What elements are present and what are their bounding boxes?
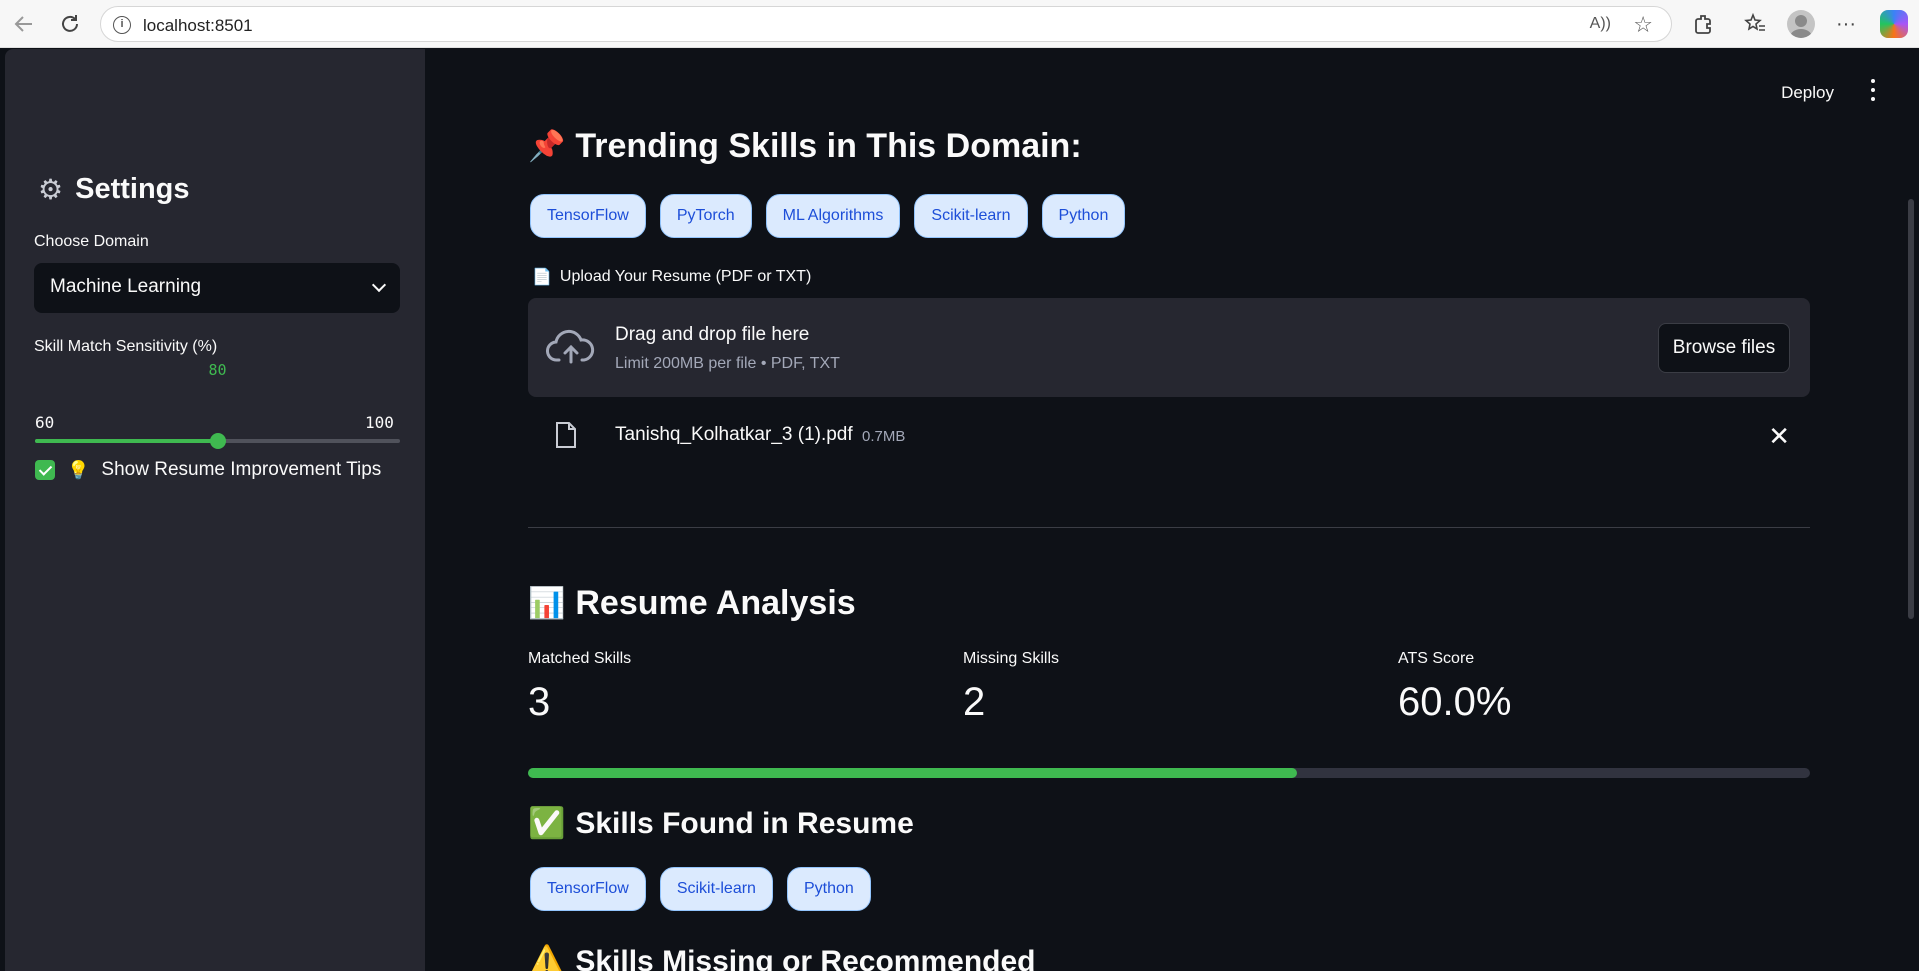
file-size: 0.7MB — [862, 428, 906, 445]
cloud-upload-icon — [546, 329, 595, 364]
slider-fill — [35, 439, 218, 443]
missing-heading-text: Skills Missing or Recommended — [575, 944, 1036, 971]
tips-checkbox-row[interactable]: 💡 Show Resume Improvement Tips — [35, 459, 381, 481]
profile-avatar[interactable] — [1787, 10, 1815, 38]
found-chip: Python — [786, 867, 871, 911]
browse-files-button[interactable]: Browse files — [1658, 323, 1790, 373]
domain-select-value: Machine Learning — [50, 276, 202, 297]
scrollbar[interactable] — [1908, 199, 1914, 619]
upload-label: Upload Your Resume (PDF or TXT) — [559, 268, 812, 285]
lightbulb-icon: 💡 — [67, 459, 90, 480]
sidebar-title-text: Settings — [75, 173, 190, 205]
trending-chip: Python — [1041, 194, 1126, 238]
main-menu-icon[interactable] — [1870, 79, 1876, 101]
analysis-heading: 📊 Resume Analysis — [528, 584, 856, 623]
missing-skills-metric: Missing Skills 2 — [963, 650, 1059, 725]
address-bar[interactable]: i localhost:8501 A)) ☆ — [100, 6, 1672, 42]
url-text[interactable]: localhost:8501 — [143, 16, 253, 36]
ats-progress-bar — [528, 768, 1810, 778]
check-mark-icon: ✅ — [528, 807, 566, 840]
trending-chip: Scikit-learn — [914, 194, 1028, 238]
document-icon: 📄 — [532, 269, 552, 286]
tips-label: Show Resume Improvement Tips — [101, 459, 382, 480]
trending-skill-list: TensorFlow PyTorch ML Algorithms Scikit-lea… — [530, 194, 1126, 238]
domain-label: Choose Domain — [34, 233, 149, 250]
found-heading: ✅ Skills Found in Resume — [528, 806, 914, 841]
sensitivity-slider[interactable] — [35, 433, 400, 449]
missing-label: Missing Skills — [963, 650, 1060, 667]
ats-progress-fill — [528, 768, 1298, 778]
browser-toolbar: i localhost:8501 A)) ☆ ··· — [0, 0, 1919, 48]
found-chip: Scikit-learn — [659, 867, 773, 911]
gear-icon: ⚙ — [38, 174, 64, 205]
site-info-icon[interactable]: i — [113, 16, 131, 34]
favorites-icon[interactable] — [1741, 10, 1769, 38]
chevron-down-icon — [371, 277, 387, 293]
bar-chart-icon: 📊 — [528, 587, 566, 620]
refresh-icon[interactable] — [56, 10, 84, 38]
sensitivity-label: Skill Match Sensitivity (%) — [34, 338, 218, 355]
dropzone-title: Drag and drop file here — [615, 324, 810, 345]
file-dropzone[interactable]: Drag and drop file here Limit 200MB per … — [528, 298, 1810, 397]
pushpin-icon: 📌 — [528, 130, 566, 163]
trending-chip: TensorFlow — [530, 194, 646, 238]
read-aloud-icon[interactable]: A)) — [1590, 15, 1611, 33]
upload-label-row: 📄 Upload Your Resume (PDF or TXT) — [532, 267, 811, 287]
ats-score-metric: ATS Score 60.0% — [1398, 650, 1511, 725]
slider-max: 100 — [365, 413, 394, 432]
remove-file-close-icon[interactable]: ✕ — [1768, 421, 1790, 452]
back-icon[interactable] — [10, 10, 38, 38]
matched-skills-metric: Matched Skills 3 — [528, 650, 631, 725]
ats-value: 60.0% — [1398, 680, 1512, 724]
dropzone-subtitle: Limit 200MB per file • PDF, TXT — [615, 355, 840, 372]
domain-select[interactable]: Machine Learning — [34, 263, 400, 313]
analysis-heading-text: Resume Analysis — [575, 584, 856, 622]
sidebar: ⚙ Settings Choose Domain Machine Learnin… — [5, 49, 425, 971]
warning-icon: ⚠️ — [528, 945, 566, 971]
deploy-button[interactable]: Deploy — [1781, 83, 1834, 103]
sidebar-title: ⚙ Settings — [38, 173, 190, 206]
trending-chip: PyTorch — [659, 194, 752, 238]
file-icon — [556, 422, 576, 448]
file-name: Tanishq_Kolhatkar_3 (1).pdf — [615, 424, 853, 445]
divider — [528, 527, 1810, 528]
trending-heading: 📌 Trending Skills in This Domain: — [528, 127, 1082, 166]
trending-chip: ML Algorithms — [765, 194, 901, 238]
found-chip: TensorFlow — [530, 867, 646, 911]
slider-value: 80 — [208, 361, 227, 379]
main-content: Deploy 📌 Trending Skills in This Domain:… — [425, 49, 1914, 971]
copilot-icon[interactable] — [1880, 10, 1908, 38]
trending-heading-text: Trending Skills in This Domain: — [575, 127, 1082, 165]
extensions-icon[interactable] — [1690, 10, 1718, 38]
matched-label: Matched Skills — [528, 650, 632, 667]
matched-value: 3 — [528, 680, 551, 724]
found-skill-list: TensorFlow Scikit-learn Python — [530, 867, 871, 911]
ats-label: ATS Score — [1398, 650, 1475, 667]
more-options-icon[interactable]: ··· — [1832, 10, 1860, 38]
favorite-star-icon[interactable]: ☆ — [1633, 12, 1653, 38]
uploaded-file-row: Tanishq_Kolhatkar_3 (1).pdf 0.7MB ✕ — [528, 415, 1810, 465]
tips-checkbox[interactable] — [35, 460, 55, 480]
missing-heading: ⚠️ Skills Missing or Recommended — [528, 944, 1035, 971]
slider-thumb[interactable] — [209, 433, 226, 449]
found-heading-text: Skills Found in Resume — [575, 806, 914, 840]
slider-min: 60 — [35, 413, 55, 432]
streamlit-app: ⚙ Settings Choose Domain Machine Learnin… — [5, 49, 1914, 971]
missing-value: 2 — [963, 680, 986, 724]
